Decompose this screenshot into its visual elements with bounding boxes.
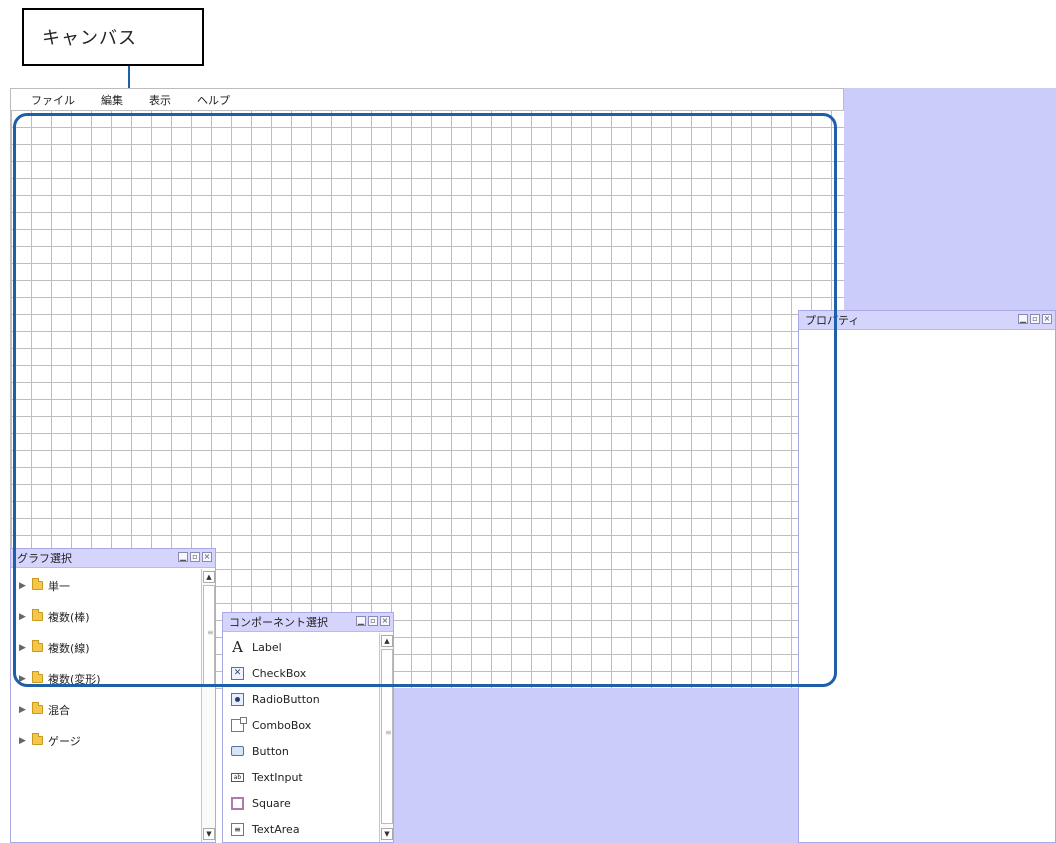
maximize-icon[interactable]: ▫	[190, 552, 200, 562]
minimize-icon[interactable]: ▁	[178, 552, 188, 562]
component-select-panel: コンポーネント選択 ▁ ▫ × A Label ✕ CheckBox Radio…	[222, 612, 394, 843]
component-item-combobox[interactable]: ComboBox	[223, 712, 393, 738]
graph-select-panel: グラフ選択 ▁ ▫ × ▶ 単一 ▶ 複数(棒) ▶ 複数(線) ▶ 複数(変形…	[10, 548, 216, 843]
graph-select-panel-title: グラフ選択 ▁ ▫ ×	[11, 549, 215, 568]
folder-icon	[32, 609, 43, 621]
menu-file[interactable]: ファイル	[31, 92, 75, 108]
graph-window-buttons: ▁ ▫ ×	[178, 552, 212, 562]
folder-icon	[32, 578, 43, 590]
tree-item-mixed[interactable]: ▶ 混合	[11, 694, 215, 725]
tree-item-multi-line[interactable]: ▶ 複数(線)	[11, 632, 215, 663]
component-select-panel-title-text: コンポーネント選択	[229, 616, 328, 629]
component-item-text: TextArea	[252, 822, 300, 836]
component-item-textarea[interactable]: ≡ TextArea	[223, 816, 393, 842]
workspace-background-top-right	[844, 88, 1056, 312]
tree-item-single[interactable]: ▶ 単一	[11, 570, 215, 601]
component-item-checkbox[interactable]: ✕ CheckBox	[223, 660, 393, 686]
combobox-icon	[231, 716, 247, 732]
component-window-buttons: ▁ ▫ ×	[356, 616, 390, 626]
component-item-text: Label	[252, 640, 282, 654]
component-item-text: CheckBox	[252, 666, 307, 680]
scroll-thumb[interactable]: ≡	[203, 585, 215, 685]
close-icon[interactable]: ×	[202, 552, 212, 562]
tree-item-multi-bar[interactable]: ▶ 複数(棒)	[11, 601, 215, 632]
expand-arrow-icon[interactable]: ▶	[19, 581, 27, 591]
graph-tree: ▶ 単一 ▶ 複数(棒) ▶ 複数(線) ▶ 複数(変形) ▶ 混合 ▶ ゲージ	[11, 568, 215, 756]
expand-arrow-icon[interactable]: ▶	[19, 612, 27, 622]
workspace-background-bottom	[394, 688, 810, 843]
properties-panel: プロパティ ▁ ▫ ×	[798, 310, 1056, 843]
menu-edit[interactable]: 編集	[101, 92, 123, 108]
maximize-icon[interactable]: ▫	[1030, 314, 1040, 324]
folder-icon	[32, 702, 43, 714]
text-input-icon: ab	[231, 771, 244, 784]
scroll-down-icon[interactable]: ▼	[381, 828, 393, 840]
graph-select-panel-title-text: グラフ選択	[17, 552, 72, 565]
component-panel-scrollbar[interactable]: ▲ ≡ ▼	[379, 633, 393, 842]
component-item-radiobutton[interactable]: RadioButton	[223, 686, 393, 712]
expand-arrow-icon[interactable]: ▶	[19, 643, 27, 653]
menu-view[interactable]: 表示	[149, 92, 171, 108]
tree-item-label: 単一	[48, 579, 70, 593]
tree-item-label: 複数(変形)	[48, 672, 101, 686]
tree-item-label: 混合	[48, 703, 70, 717]
canvas-callout: キャンバス	[22, 8, 204, 66]
expand-arrow-icon[interactable]: ▶	[19, 705, 27, 715]
tree-item-gauge[interactable]: ▶ ゲージ	[11, 725, 215, 756]
properties-panel-title: プロパティ ▁ ▫ ×	[799, 311, 1055, 330]
component-item-text: TextInput	[252, 770, 303, 784]
maximize-icon[interactable]: ▫	[368, 616, 378, 626]
scroll-up-icon[interactable]: ▲	[203, 571, 215, 583]
scroll-up-icon[interactable]: ▲	[381, 635, 393, 647]
minimize-icon[interactable]: ▁	[1018, 314, 1028, 324]
tree-item-label: 複数(棒)	[48, 610, 90, 624]
tree-item-label: 複数(線)	[48, 641, 90, 655]
minimize-icon[interactable]: ▁	[356, 616, 366, 626]
graph-panel-scrollbar[interactable]: ▲ ≡ ▼	[201, 569, 215, 842]
text-area-icon: ≡	[231, 822, 244, 836]
component-item-text: Square	[252, 796, 291, 810]
component-item-textinput[interactable]: ab TextInput	[223, 764, 393, 790]
component-item-label[interactable]: A Label	[223, 634, 393, 660]
expand-arrow-icon[interactable]: ▶	[19, 736, 27, 746]
component-list: A Label ✕ CheckBox RadioButton ComboBox …	[223, 632, 393, 842]
scroll-down-icon[interactable]: ▼	[203, 828, 215, 840]
scroll-thumb[interactable]: ≡	[381, 649, 393, 824]
folder-icon	[32, 733, 43, 745]
expand-arrow-icon[interactable]: ▶	[19, 674, 27, 684]
component-item-text: Button	[252, 744, 289, 758]
square-icon	[231, 796, 244, 810]
button-icon	[231, 745, 244, 758]
component-item-text: RadioButton	[252, 692, 320, 706]
close-icon[interactable]: ×	[1042, 314, 1052, 324]
component-item-square[interactable]: Square	[223, 790, 393, 816]
properties-panel-title-text: プロパティ	[805, 314, 860, 327]
tree-item-label: ゲージ	[48, 734, 81, 748]
close-icon[interactable]: ×	[380, 616, 390, 626]
radio-button-icon	[231, 692, 244, 706]
folder-icon	[32, 640, 43, 652]
app-window: ファイル 編集 表示 ヘルプ プロパティ ▁ ▫ × グラフ選択 ▁ ▫ × ▶…	[10, 88, 1056, 843]
menu-help[interactable]: ヘルプ	[197, 92, 230, 108]
tree-item-multi-variant[interactable]: ▶ 複数(変形)	[11, 663, 215, 694]
menubar: ファイル 編集 表示 ヘルプ	[10, 88, 844, 110]
component-select-panel-title: コンポーネント選択 ▁ ▫ ×	[223, 613, 393, 632]
component-item-text: ComboBox	[252, 718, 312, 732]
component-item-button[interactable]: Button	[223, 738, 393, 764]
folder-icon	[32, 671, 43, 683]
checkbox-icon: ✕	[231, 666, 244, 680]
properties-window-buttons: ▁ ▫ ×	[1018, 314, 1052, 324]
label-icon: A	[232, 637, 243, 656]
